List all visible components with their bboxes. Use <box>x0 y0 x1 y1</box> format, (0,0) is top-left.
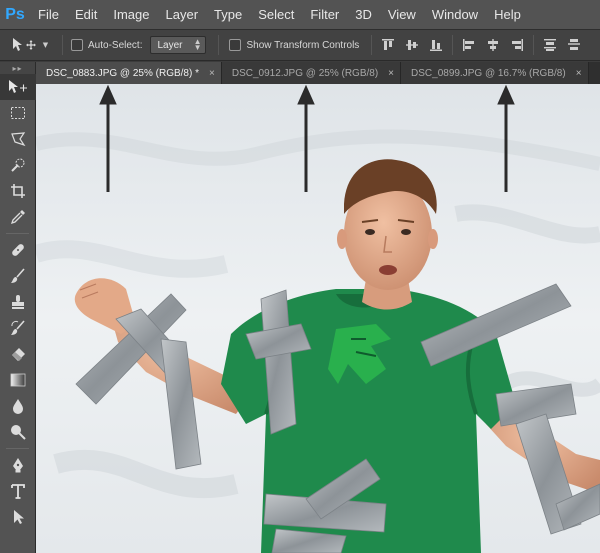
history-brush-tool[interactable] <box>0 315 36 341</box>
document-canvas[interactable] <box>36 84 600 553</box>
blur-tool[interactable] <box>0 393 36 419</box>
show-transform-label: Show Transform Controls <box>246 39 360 51</box>
options-separator <box>371 35 373 55</box>
move-tool[interactable] <box>0 74 36 100</box>
move-tool-icon <box>9 80 27 93</box>
auto-select-target-dropdown[interactable]: Layer ▲ ▼ <box>150 36 207 54</box>
menu-edit[interactable]: Edit <box>67 0 105 29</box>
show-transform-option[interactable]: Show Transform Controls <box>229 39 359 51</box>
eyedropper-tool-icon <box>10 210 25 225</box>
photoshop-logo: Ps <box>5 5 25 23</box>
panel-grip-icon[interactable]: ▸▸ <box>0 62 35 74</box>
tool-preset-picker[interactable]: ▼ <box>0 30 58 60</box>
marquee-tool[interactable] <box>0 100 36 126</box>
eraser-tool-icon <box>12 348 25 361</box>
align-bottom-button[interactable] <box>424 34 448 56</box>
auto-select-checkbox[interactable] <box>71 39 83 51</box>
align-top-button[interactable] <box>376 34 400 56</box>
auto-select-target-value: Layer <box>157 39 183 51</box>
menu-layer[interactable]: Layer <box>158 0 207 29</box>
align-vcenter-button[interactable] <box>400 34 424 56</box>
tab-label: DSC_0899.JPG @ 16.7% (RGB/8) <box>411 67 566 79</box>
marquee-tool-icon <box>11 107 25 119</box>
dropdown-arrows-icon: ▲ ▼ <box>193 37 202 52</box>
pen-tool-icon <box>13 458 23 473</box>
lasso-tool[interactable] <box>0 126 36 152</box>
clone-stamp-tool[interactable] <box>0 289 36 315</box>
close-icon[interactable]: × <box>576 68 582 79</box>
eyedropper-tool[interactable] <box>0 204 36 230</box>
options-bar: ▼ Auto-Select: Layer ▲ ▼ Show Transform C… <box>0 29 600 61</box>
menu-select[interactable]: Select <box>250 0 302 29</box>
menu-type[interactable]: Type <box>206 0 250 29</box>
crop-tool-icon <box>11 184 25 198</box>
align-horizontal-center-icon <box>488 39 499 51</box>
align-right-button[interactable] <box>505 34 529 56</box>
align-bottom-icon <box>430 40 443 51</box>
menu-file[interactable]: File <box>30 0 67 29</box>
move-tool-icon <box>12 38 36 51</box>
clone-stamp-tool-icon <box>12 295 24 309</box>
align-hcenter-button[interactable] <box>481 34 505 56</box>
menu-help[interactable]: Help <box>486 0 529 29</box>
menu-window[interactable]: Window <box>424 0 486 29</box>
path-select-tool-icon <box>14 510 24 524</box>
menu-3d[interactable]: 3D <box>347 0 380 29</box>
tab-label: DSC_0912.JPG @ 25% (RGB/8) <box>231 67 379 79</box>
type-tool[interactable] <box>0 478 36 504</box>
tab-label: DSC_0883.JPG @ 25% (RGB/8) * <box>46 67 199 79</box>
distribute-vertical-center-icon <box>568 39 581 50</box>
options-separator <box>452 35 454 55</box>
dodge-tool[interactable] <box>0 419 36 445</box>
gradient-tool-icon <box>10 373 26 387</box>
document-tab-bar: DSC_0883.JPG @ 25% (RGB/8) * × DSC_0912.… <box>36 62 600 84</box>
dodge-tool-icon <box>11 425 26 440</box>
brush-tool-icon <box>11 268 25 283</box>
photo-image <box>36 84 600 553</box>
tab-dsc-0883[interactable]: DSC_0883.JPG @ 25% (RGB/8) * × <box>36 62 222 84</box>
auto-select-label: Auto-Select: <box>88 39 143 51</box>
menu-bar: Ps File Edit Image Layer Type Select Fil… <box>0 0 600 29</box>
tools-separator <box>6 448 29 449</box>
align-top-icon <box>382 39 395 50</box>
lasso-tool-icon <box>11 132 26 147</box>
align-left-icon <box>463 39 475 51</box>
show-transform-checkbox[interactable] <box>229 39 242 51</box>
options-separator <box>62 35 63 55</box>
align-left-button[interactable] <box>457 34 481 56</box>
tools-separator <box>6 233 29 234</box>
options-separator <box>533 35 535 55</box>
quick-select-tool-icon <box>11 158 25 172</box>
crop-tool[interactable] <box>0 178 36 204</box>
tools-panel: ▸▸ <box>0 62 36 553</box>
type-tool-icon <box>11 484 25 499</box>
tab-dsc-0899[interactable]: DSC_0899.JPG @ 16.7% (RGB/8) × <box>401 62 589 84</box>
options-separator <box>218 35 220 55</box>
tab-dsc-0912[interactable]: DSC_0912.JPG @ 25% (RGB/8) × <box>221 62 402 84</box>
blur-tool-icon <box>13 399 23 414</box>
menu-view[interactable]: View <box>380 0 424 29</box>
brush-tool[interactable] <box>0 263 36 289</box>
close-icon[interactable]: × <box>388 68 394 79</box>
quick-select-tool[interactable] <box>0 152 36 178</box>
align-right-icon <box>512 39 524 51</box>
healing-brush-tool[interactable] <box>0 237 36 263</box>
auto-select-option[interactable]: Auto-Select: <box>71 39 142 51</box>
chevron-down-icon: ▼ <box>42 41 49 49</box>
close-icon[interactable]: × <box>209 68 215 79</box>
distribute-top-button[interactable] <box>538 34 562 56</box>
path-select-tool[interactable] <box>0 504 36 530</box>
align-vertical-center-icon <box>406 40 419 50</box>
menu-image[interactable]: Image <box>105 0 157 29</box>
distribute-vcenter-button[interactable] <box>562 34 586 56</box>
gradient-tool[interactable] <box>0 367 36 393</box>
pen-tool[interactable] <box>0 452 36 478</box>
distribute-top-icon <box>544 39 557 51</box>
menu-filter[interactable]: Filter <box>302 0 347 29</box>
healing-brush-tool-icon <box>12 244 24 256</box>
history-brush-tool-icon <box>11 320 25 335</box>
eraser-tool[interactable] <box>0 341 36 367</box>
